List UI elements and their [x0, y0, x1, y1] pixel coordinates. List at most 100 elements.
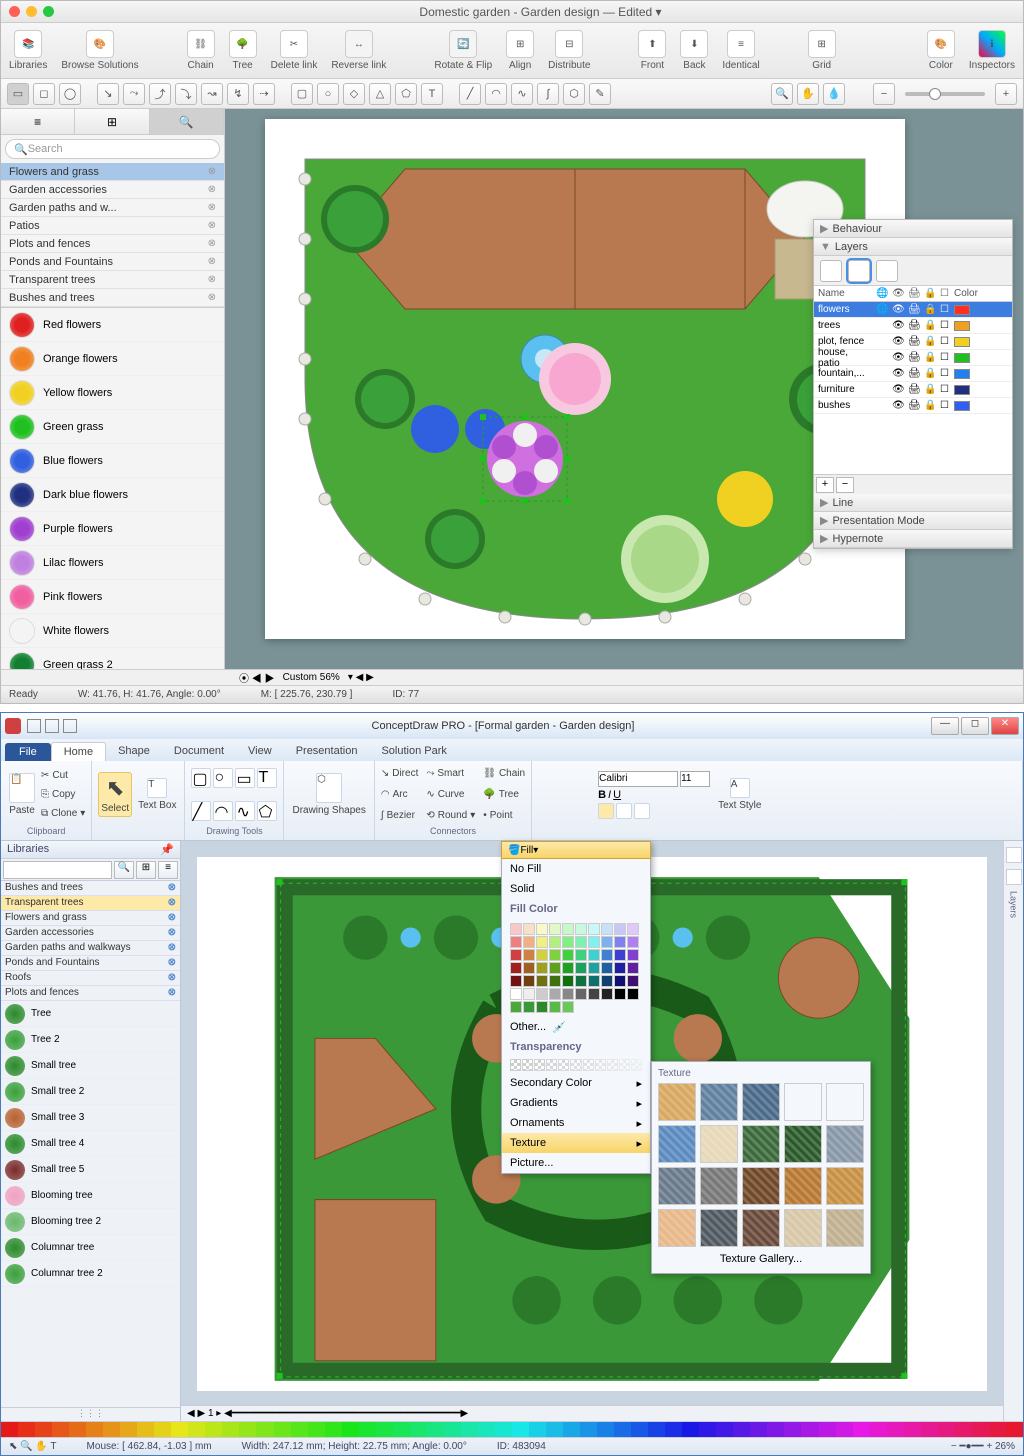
toolbar-libraries[interactable]: 📚Libraries — [9, 30, 47, 71]
color-swatch[interactable] — [562, 949, 574, 961]
texture-swatch[interactable] — [826, 1125, 864, 1163]
texture-swatch[interactable] — [658, 1167, 696, 1205]
conn-tree[interactable]: 🌳 Tree — [483, 785, 525, 803]
close-icon[interactable]: ⊗ — [168, 897, 176, 909]
color-swatch[interactable] — [549, 975, 561, 987]
behaviour-section[interactable]: ▶Behaviour — [814, 220, 1012, 238]
clone-button[interactable]: ⧉ Clone ▾ — [41, 805, 85, 823]
fill-picture[interactable]: Picture... — [502, 1153, 650, 1173]
file-tab[interactable]: File — [5, 743, 51, 761]
status-zoom[interactable]: 26% — [995, 1441, 1015, 1452]
connector-tool-4[interactable]: ⤵ — [175, 83, 197, 105]
color-swatch[interactable] — [601, 923, 613, 935]
fill-button[interactable]: 🪣 Fill ▾ — [501, 841, 651, 859]
conn-round[interactable]: ⟲ Round ▾ — [426, 807, 475, 825]
color-swatch[interactable] — [536, 949, 548, 961]
toolbar-color[interactable]: 🎨Color — [927, 30, 955, 71]
zoom-in-icon-2[interactable]: + — [995, 83, 1017, 105]
color-swatch[interactable] — [627, 923, 639, 935]
close-icon[interactable]: ⊗ — [208, 292, 216, 303]
strip-color[interactable] — [35, 1422, 52, 1437]
close-icon[interactable]: ⊗ — [208, 184, 216, 195]
strip-color[interactable] — [205, 1422, 222, 1437]
conn-curve[interactable]: ∿ Curve — [426, 785, 475, 803]
wshape-columnar-tree-2[interactable]: Columnar tree 2 — [1, 1261, 180, 1287]
strip-color[interactable] — [716, 1422, 733, 1437]
rail-layers-label[interactable]: Layers — [1009, 891, 1019, 918]
transparency-step[interactable] — [522, 1059, 533, 1071]
color-swatch[interactable] — [549, 936, 561, 948]
strip-color[interactable] — [410, 1422, 427, 1437]
text-style-button[interactable]: AText Style — [716, 776, 763, 813]
color-swatch[interactable] — [601, 975, 613, 987]
copy-button[interactable]: ⎘ Copy — [41, 786, 85, 804]
strip-color[interactable] — [137, 1422, 154, 1437]
path-tool[interactable]: ✎ — [589, 83, 611, 105]
shape-red-flowers[interactable]: Red flowers — [1, 308, 224, 342]
sidebar-grip[interactable]: ⋮⋮⋮ — [1, 1407, 180, 1421]
lib-btn-1[interactable]: ⊞ — [136, 861, 156, 879]
close-icon[interactable]: ⊗ — [168, 927, 176, 939]
transparency-step[interactable] — [558, 1059, 569, 1071]
align-center[interactable] — [616, 803, 632, 819]
texture-swatch[interactable] — [742, 1209, 780, 1247]
color-swatch[interactable] — [536, 975, 548, 987]
shape-line[interactable]: ╱ — [191, 801, 211, 821]
color-swatch[interactable] — [510, 975, 522, 987]
color-swatch[interactable] — [627, 988, 639, 1000]
strip-color[interactable] — [597, 1422, 614, 1437]
close-icon[interactable]: ⊗ — [168, 882, 176, 894]
text-tool[interactable]: T — [421, 83, 443, 105]
toolbar-distribute[interactable]: ⊟Distribute — [548, 30, 590, 71]
color-swatch[interactable] — [588, 936, 600, 948]
shape-arc[interactable]: ◠ — [213, 801, 233, 821]
strip-color[interactable] — [444, 1422, 461, 1437]
minimize-icon[interactable] — [26, 6, 37, 17]
tab-solution-park[interactable]: Solution Park — [369, 742, 458, 761]
close-icon[interactable] — [9, 6, 20, 17]
pointer-tool[interactable]: ▭ — [7, 83, 29, 105]
category-patios[interactable]: Patios⊗ — [1, 217, 224, 235]
color-swatch[interactable] — [536, 923, 548, 935]
align-right[interactable] — [634, 803, 650, 819]
strip-color[interactable] — [836, 1422, 853, 1437]
strip-color[interactable] — [325, 1422, 342, 1437]
strip-color[interactable] — [699, 1422, 716, 1437]
color-swatch[interactable] — [536, 936, 548, 948]
color-swatch[interactable] — [536, 988, 548, 1000]
paste-button[interactable]: 📋Paste — [7, 771, 37, 818]
lib-btn-2[interactable]: ≡ — [158, 861, 178, 879]
strip-color[interactable] — [478, 1422, 495, 1437]
conn-bezier[interactable]: ∫ Bezier — [381, 807, 419, 825]
rail-icon-2[interactable] — [1006, 869, 1022, 885]
wshape-small-tree-5[interactable]: Small tree 5 — [1, 1157, 180, 1183]
shape-rrect[interactable]: ▭ — [235, 768, 255, 788]
texture-swatch[interactable] — [784, 1083, 822, 1121]
strip-color[interactable] — [870, 1422, 887, 1437]
select-tool[interactable]: ◻ — [33, 83, 55, 105]
texture-swatch[interactable] — [700, 1083, 738, 1121]
category-transparent-trees[interactable]: Transparent trees⊗ — [1, 271, 224, 289]
layers-section[interactable]: ▼Layers — [814, 238, 1012, 256]
maximize-button[interactable]: ◻ — [961, 717, 989, 735]
texture-swatch[interactable] — [742, 1083, 780, 1121]
texture-swatch[interactable] — [700, 1209, 738, 1247]
category-garden-paths-and-w-[interactable]: Garden paths and w...⊗ — [1, 199, 224, 217]
color-swatch[interactable] — [575, 962, 587, 974]
color-swatch[interactable] — [627, 962, 639, 974]
transparency-step[interactable] — [595, 1059, 606, 1071]
strip-color[interactable] — [69, 1422, 86, 1437]
color-swatch[interactable] — [510, 988, 522, 1000]
texture-gallery-button[interactable]: Texture Gallery... — [658, 1247, 864, 1267]
lib-search-btn[interactable]: 🔍 — [114, 861, 134, 879]
texture-swatch[interactable] — [658, 1083, 696, 1121]
strip-color[interactable] — [955, 1422, 972, 1437]
font-name-input[interactable] — [598, 771, 678, 787]
texture-swatch[interactable] — [742, 1125, 780, 1163]
tab-presentation[interactable]: Presentation — [284, 742, 370, 761]
wshape-blooming-tree-2[interactable]: Blooming tree 2 — [1, 1209, 180, 1235]
color-swatch[interactable] — [562, 962, 574, 974]
color-swatch[interactable] — [627, 936, 639, 948]
color-swatch[interactable] — [562, 936, 574, 948]
strip-color[interactable] — [512, 1422, 529, 1437]
